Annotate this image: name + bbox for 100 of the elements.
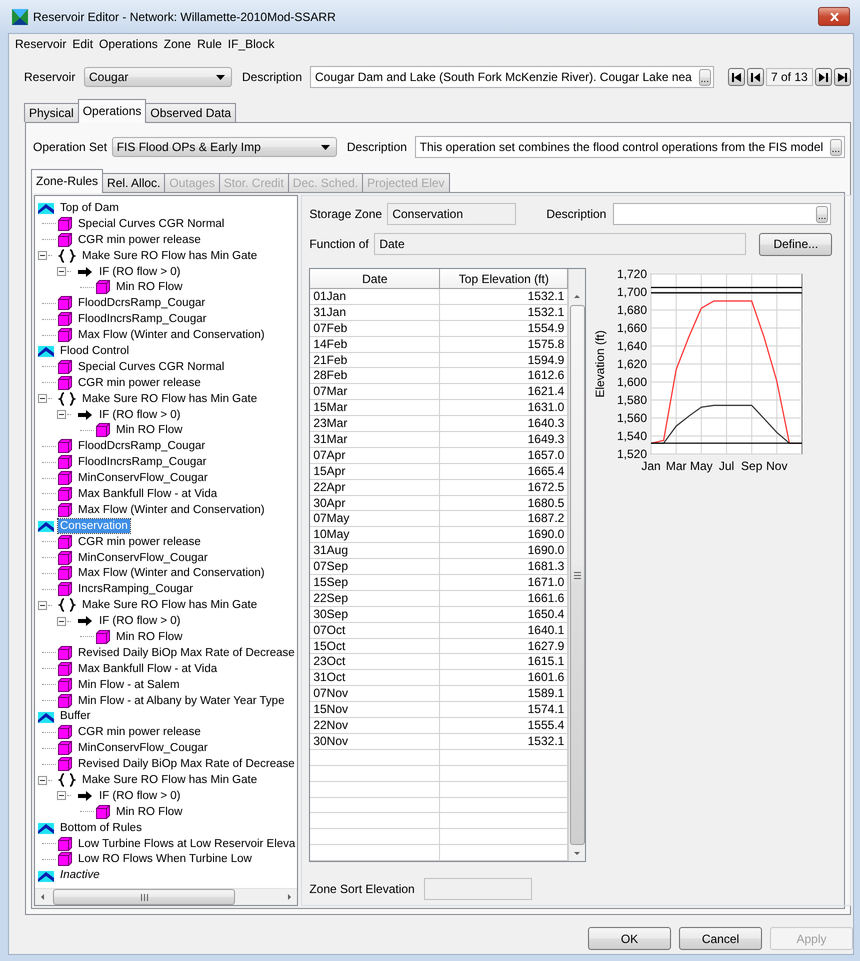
menu-item[interactable]: IF_Block: [224, 36, 278, 50]
tree-item[interactable]: CGR min power release: [76, 534, 203, 549]
tree-item[interactable]: FloodDcrsRamp_Cougar: [76, 296, 208, 310]
browse-button[interactable]: ...: [830, 138, 842, 156]
tree-item[interactable]: FloodIncrsRamp_Cougar: [76, 312, 208, 326]
dialog-button[interactable]: Cancel: [679, 927, 762, 950]
tab[interactable]: Operations: [78, 99, 146, 123]
tree-item[interactable]: Max Flow (Winter and Conservation): [76, 566, 267, 580]
browse-button[interactable]: ...: [816, 206, 828, 222]
tree-item[interactable]: Make Sure RO Flow has Min Gate: [80, 248, 260, 263]
menu-item[interactable]: Reservoir: [12, 36, 70, 50]
collapse-icon[interactable]: [38, 251, 47, 260]
define-button[interactable]: Define...: [759, 232, 832, 256]
collapse-icon[interactable]: [57, 616, 66, 626]
browse-button[interactable]: ...: [698, 68, 711, 86]
mountain-icon: [38, 710, 54, 723]
scroll-thumb[interactable]: [53, 889, 235, 905]
tree-item[interactable]: Revised Daily BiOp Max Rate of Decrease: [76, 646, 297, 660]
tree-item[interactable]: Max Bankfull Flow - at Vida: [76, 486, 220, 501]
zone-sort-elevation-field[interactable]: [424, 878, 532, 900]
tree-item[interactable]: Min RO Flow: [114, 630, 184, 644]
tree-item[interactable]: MinConservFlow_Cougar: [76, 741, 210, 756]
description-field[interactable]: Cougar Dam and Lake (South Fork McKenzie River). Cougar Lake nea ...: [310, 66, 714, 88]
tree-item[interactable]: IF (RO flow > 0): [97, 408, 182, 422]
tree-item[interactable]: Min RO Flow: [114, 804, 184, 819]
tree-item[interactable]: Bottom of Rules: [58, 820, 144, 835]
close-button[interactable]: [818, 7, 850, 26]
tree-item[interactable]: FloodDcrsRamp_Cougar: [76, 439, 208, 454]
function-field[interactable]: Date: [374, 233, 746, 255]
menu-item[interactable]: Edit: [69, 36, 96, 50]
tree-item[interactable]: Max Bankfull Flow - at Vida: [76, 662, 220, 676]
scrollbar[interactable]: [568, 269, 586, 861]
tree-item[interactable]: Low RO Flows When Turbine Low: [76, 852, 254, 866]
tree-item[interactable]: Make Sure RO Flow has Min Gate: [80, 392, 260, 406]
collapse-icon[interactable]: [38, 394, 47, 404]
menu-item[interactable]: Operations: [96, 36, 161, 50]
tree-item[interactable]: IF (RO flow > 0): [97, 264, 182, 278]
collapse-icon[interactable]: [57, 410, 66, 420]
tree-item[interactable]: CGR min power release: [76, 232, 203, 247]
tree-item[interactable]: Revised Daily BiOp Max Rate of Decrease: [76, 757, 297, 772]
last-record-button[interactable]: [834, 68, 851, 86]
table-cell: 22Apr: [310, 480, 440, 496]
tree-item[interactable]: Low Turbine Flows at Low Reservoir Eleva: [76, 836, 298, 851]
tree-item[interactable]: Top of Dam: [58, 200, 121, 215]
table-cell: 15Sep: [310, 575, 440, 591]
cube-icon: [58, 296, 72, 310]
tree-item[interactable]: Min RO Flow: [114, 423, 184, 438]
tree-item[interactable]: Min RO Flow: [114, 280, 184, 294]
tab[interactable]: Observed Data: [145, 103, 236, 122]
tab[interactable]: Rel. Alloc.: [102, 173, 166, 192]
caret-icon: [320, 144, 330, 150]
tree-item[interactable]: Special Curves CGR Normal: [76, 216, 226, 231]
first-record-button[interactable]: [728, 68, 745, 86]
cube-icon: [96, 804, 110, 819]
tree-item[interactable]: CGR min power release: [76, 725, 203, 740]
tree-item[interactable]: Inactive: [58, 868, 102, 882]
tree-item[interactable]: CGR min power release: [76, 376, 203, 390]
column-header[interactable]: Date: [310, 269, 440, 289]
tree-item[interactable]: Flood Control: [58, 344, 132, 358]
collapse-icon[interactable]: [57, 791, 66, 800]
operation-set-dropdown[interactable]: FIS Flood OPs & Early Imp: [112, 137, 337, 157]
dialog-button[interactable]: OK: [588, 927, 671, 950]
braces-icon: [58, 392, 76, 406]
tree-item[interactable]: FloodIncrsRamp_Cougar: [76, 455, 208, 470]
tick-label: 1,720: [617, 267, 648, 281]
tree-item[interactable]: MinConservFlow_Cougar: [76, 550, 210, 565]
tree-item[interactable]: Special Curves CGR Normal: [76, 360, 226, 374]
tree-item[interactable]: Min Flow - at Salem: [76, 678, 182, 692]
tab[interactable]: Physical: [24, 103, 79, 122]
tree-item[interactable]: Min Flow - at Albany by Water Year Type: [76, 694, 286, 708]
reservoir-dropdown[interactable]: Cougar: [84, 67, 232, 87]
tab[interactable]: Zone-Rules: [31, 169, 104, 193]
table-cell: 07Feb: [310, 320, 440, 337]
tree-item[interactable]: IF (RO flow > 0): [97, 788, 182, 803]
menu-item[interactable]: Zone: [160, 36, 194, 50]
scrollbar[interactable]: [35, 888, 298, 905]
tree-item[interactable]: Make Sure RO Flow has Min Gate: [80, 598, 260, 612]
cube-icon: [58, 312, 72, 326]
tree-item[interactable]: Max Flow (Winter and Conservation): [76, 328, 267, 342]
tree-item[interactable]: Buffer: [58, 709, 92, 724]
tick-label: 1,620: [617, 357, 648, 371]
previous-record-button[interactable]: [747, 68, 764, 86]
collapse-icon[interactable]: [38, 776, 47, 784]
cube-icon: [96, 630, 110, 644]
tree-item[interactable]: IF (RO flow > 0): [97, 614, 182, 628]
collapse-icon[interactable]: [38, 600, 47, 610]
storage-zone-field[interactable]: Conservation: [387, 203, 516, 225]
scroll-thumb[interactable]: [570, 305, 585, 845]
tree-item[interactable]: MinConservFlow_Cougar: [76, 471, 210, 486]
table-cell: 31Oct: [310, 670, 440, 686]
arrow-icon: [77, 408, 93, 421]
collapse-icon[interactable]: [57, 267, 66, 276]
tree-item[interactable]: Make Sure RO Flow has Min Gate: [80, 773, 260, 787]
menu-item[interactable]: Rule: [194, 36, 225, 50]
tree-item[interactable]: IncrsRamping_Cougar: [76, 582, 196, 596]
table-cell: 30Nov: [310, 734, 440, 750]
description-field[interactable]: ...: [613, 203, 832, 225]
next-record-button[interactable]: [814, 68, 832, 86]
description-field[interactable]: This operation set combines the flood control operations from the FIS model ...: [414, 136, 845, 158]
tree-item[interactable]: Max Flow (Winter and Conservation): [76, 502, 267, 517]
